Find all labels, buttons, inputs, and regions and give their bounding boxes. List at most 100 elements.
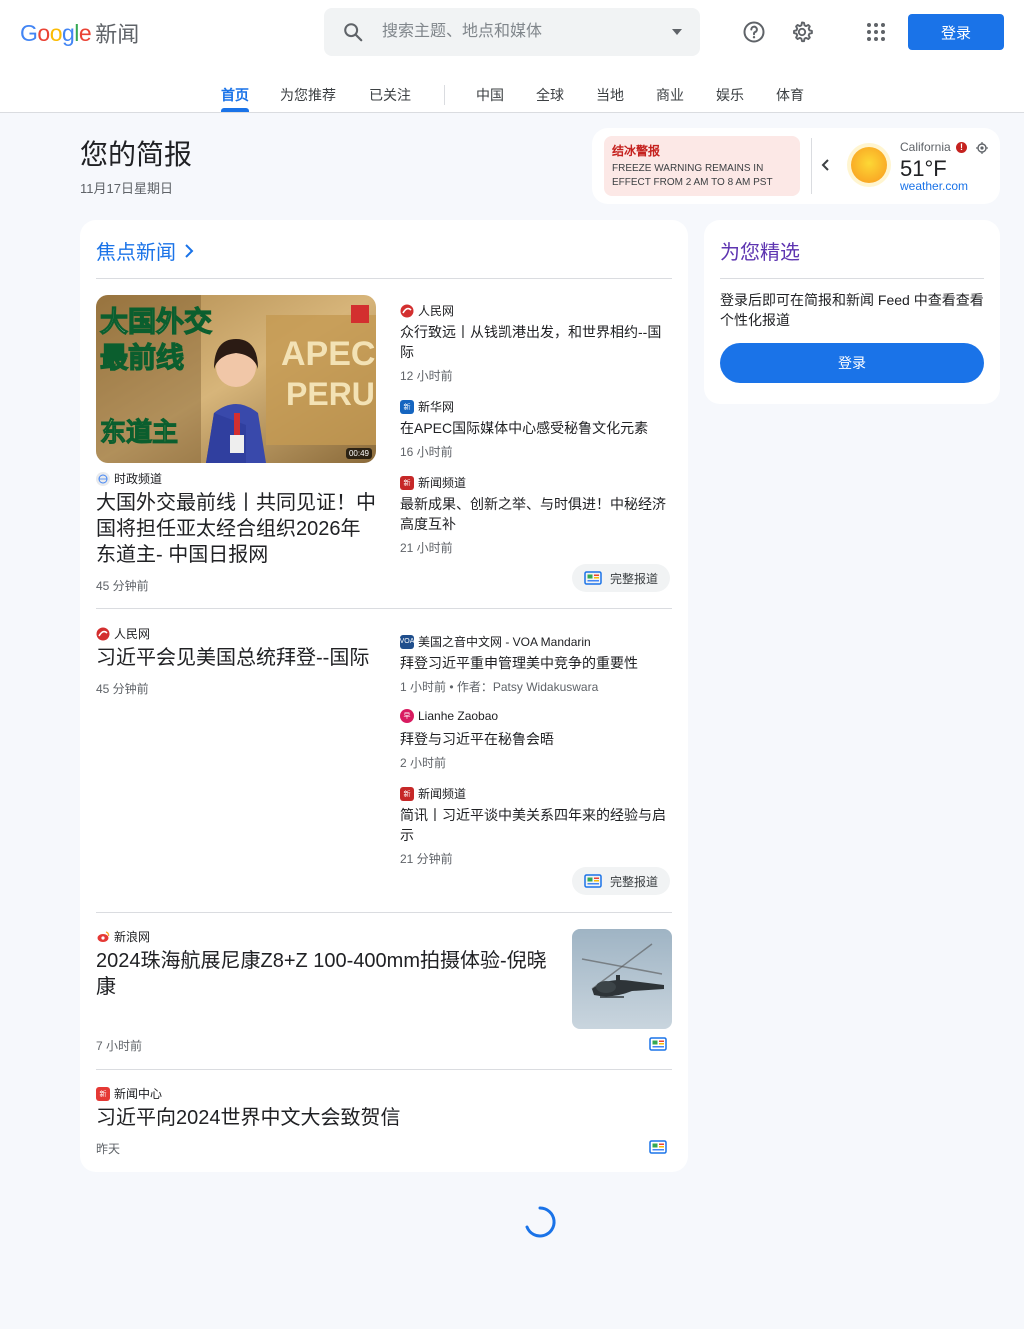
story-source[interactable]: 时政频道 xyxy=(96,470,162,487)
video-duration: 00:49 xyxy=(345,448,372,459)
story-source[interactable]: 人民网 xyxy=(400,302,454,319)
alert-badge: ! xyxy=(956,142,967,153)
divider xyxy=(96,608,672,609)
picks-title: 为您精选 xyxy=(720,242,800,264)
source-name: 时政频道 xyxy=(114,472,163,486)
story-time: 16 小时前 xyxy=(400,445,453,459)
full-coverage-icon xyxy=(584,571,602,585)
story-source[interactable]: 早 Lianhe Zaobao xyxy=(400,709,498,723)
xinhua-logo-icon: 新 xyxy=(400,399,414,414)
story-headline[interactable]: 在APEC国际媒体中心感受秘鲁文化元素 xyxy=(400,418,672,438)
tab-business[interactable]: 商业 xyxy=(656,85,684,105)
tab-world[interactable]: 全球 xyxy=(536,85,564,105)
tab-following[interactable]: 已关注 xyxy=(369,85,411,105)
search-input[interactable] xyxy=(382,21,652,43)
peoples-daily-logo-icon xyxy=(400,303,414,318)
settings-gear-icon[interactable] xyxy=(790,20,814,44)
story-source[interactable]: VOA 美国之音中文网 - VOA Mandarin xyxy=(400,633,591,650)
search-icon[interactable] xyxy=(342,21,364,43)
full-coverage-button[interactable]: 完整报道 xyxy=(572,564,671,592)
divider xyxy=(720,278,984,279)
tab-for-you[interactable]: 为您推荐 xyxy=(280,85,336,105)
google-wordmark: Google xyxy=(20,19,92,46)
full-coverage-label: 完整报道 xyxy=(610,874,659,889)
svg-text:大国外交: 大国外交 xyxy=(100,305,212,338)
story-time: 45 分钟前 xyxy=(96,682,149,696)
tab-china[interactable]: 中国 xyxy=(476,85,504,105)
story-source[interactable]: 新 新华网 xyxy=(400,398,454,415)
tab-home[interactable]: 首页 xyxy=(221,85,249,105)
peoples-daily-logo-icon xyxy=(96,626,110,641)
tab-divider xyxy=(444,85,445,105)
tab-sports[interactable]: 体育 xyxy=(776,85,804,105)
news-center-logo-icon: 新 xyxy=(96,1086,110,1101)
google-news-logo[interactable]: Google 新闻 xyxy=(20,18,139,48)
story-source[interactable]: 新浪网 xyxy=(96,928,150,945)
story-headline[interactable]: 大国外交最前线丨共同见证！中国将担任亚太经合组织2026年东道主- 中国日报网 xyxy=(96,490,380,568)
zaobao-logo-icon: 早 xyxy=(400,709,414,723)
story-headline[interactable]: 习近平会见美国总统拜登--国际 xyxy=(96,645,380,671)
story-headline[interactable]: 2024珠海航展尼康Z8+Z 100-400mm拍摄体验-倪晓康 xyxy=(96,948,560,1000)
svg-text:东道主: 东道主 xyxy=(100,417,178,448)
full-coverage-icon[interactable] xyxy=(649,1037,667,1051)
story-time: 昨天 xyxy=(96,1142,121,1156)
sign-in-button[interactable]: 登录 xyxy=(908,14,1004,50)
alert-text: FREEZE WARNING REMAINS IN EFFECT FROM 2 … xyxy=(612,163,773,188)
apps-grid-icon[interactable] xyxy=(864,20,888,44)
weather-source-link[interactable]: weather.com xyxy=(900,179,968,193)
story-time: 12 小时前 xyxy=(400,369,453,383)
globe-logo-icon xyxy=(96,471,110,486)
top-stories-card: 焦点新闻 APEC PERU 大国外交 最前线 东道主 00:49 时政频道 大… xyxy=(80,220,688,1172)
story-headline[interactable]: 最新成果、创新之举、与时俱进！中秘经济高度互补 xyxy=(400,494,672,534)
source-name: 新闻频道 xyxy=(418,476,467,490)
full-coverage-icon xyxy=(584,874,602,888)
full-coverage-button[interactable]: 完整报道 xyxy=(572,867,671,895)
top-stories-title: 焦点新闻 xyxy=(96,242,176,264)
story-source[interactable]: 新 新闻频道 xyxy=(400,474,466,491)
briefing-date: 11月17日星期日 xyxy=(80,181,173,196)
help-icon[interactable] xyxy=(742,20,766,44)
picks-description: 登录后即可在简报和新闻 Feed 中查看查看个性化报道 xyxy=(720,292,984,328)
source-name: 新闻中心 xyxy=(114,1087,163,1101)
freeze-alert-card[interactable]: 结冰警报 FREEZE WARNING REMAINS IN EFFECT FR… xyxy=(604,136,800,196)
tab-local[interactable]: 当地 xyxy=(596,85,624,105)
news-channel-logo-icon: 新 xyxy=(400,786,414,801)
chevron-right-icon xyxy=(185,243,194,258)
source-name: 美国之音中文网 - VOA Mandarin xyxy=(418,635,591,649)
top-stories-heading[interactable]: 焦点新闻 xyxy=(96,236,194,265)
story-headline[interactable]: 简讯丨习近平谈中美关系四年来的经验与启示 xyxy=(400,805,672,845)
news-channel-logo-icon: 新 xyxy=(400,475,414,490)
helicopter-image xyxy=(572,929,672,1029)
story-time: 21 分钟前 xyxy=(400,852,453,866)
story-time: 7 小时前 xyxy=(96,1039,143,1053)
picks-sign-in-button[interactable]: 登录 xyxy=(720,343,984,383)
news-wordmark: 新闻 xyxy=(95,22,140,47)
chevron-down-icon[interactable] xyxy=(670,26,684,38)
location-target-icon[interactable] xyxy=(976,142,988,154)
story-source[interactable]: 新 新闻中心 xyxy=(96,1085,162,1102)
story-video-thumbnail[interactable]: APEC PERU 大国外交 最前线 东道主 00:49 xyxy=(96,295,376,463)
story-headline[interactable]: 拜登与习近平在秘鲁会晤 xyxy=(400,729,672,749)
weather-divider xyxy=(811,138,812,194)
story-source[interactable]: 人民网 xyxy=(96,625,150,642)
divider xyxy=(96,912,672,913)
story-source[interactable]: 新 新闻频道 xyxy=(400,785,466,802)
story-headline[interactable]: 习近平向2024世界中文大会致贺信 xyxy=(96,1105,560,1131)
weather-location: California xyxy=(900,140,951,154)
tab-entertainment[interactable]: 娱乐 xyxy=(716,85,744,105)
section-tabs: 首页 为您推荐 已关注 中国 全球 当地 商业 娱乐 体育 xyxy=(0,80,1024,113)
story-headline[interactable]: 拜登习近平重申管理美中竞争的重要性 xyxy=(400,653,672,673)
full-coverage-icon[interactable] xyxy=(649,1140,667,1154)
chevron-left-icon[interactable] xyxy=(820,158,832,172)
source-name: 人民网 xyxy=(418,304,455,318)
search-box[interactable] xyxy=(324,8,700,56)
story-time: 1 小时前 • 作者：Patsy Widakuswara xyxy=(400,680,599,694)
page-title: 您的简报 xyxy=(80,139,193,170)
picks-for-you-card: 为您精选 登录后即可在简报和新闻 Feed 中查看查看个性化报道 登录 xyxy=(704,220,1000,404)
story-thumbnail[interactable] xyxy=(572,929,672,1029)
story-time: 45 分钟前 xyxy=(96,579,149,593)
alert-title: 结冰警报 xyxy=(612,144,661,158)
story-headline[interactable]: 众行致远丨从钱凯港出发，和世界相约--国际 xyxy=(400,322,672,362)
sina-logo-icon xyxy=(96,929,110,944)
full-coverage-label: 完整报道 xyxy=(610,571,659,586)
